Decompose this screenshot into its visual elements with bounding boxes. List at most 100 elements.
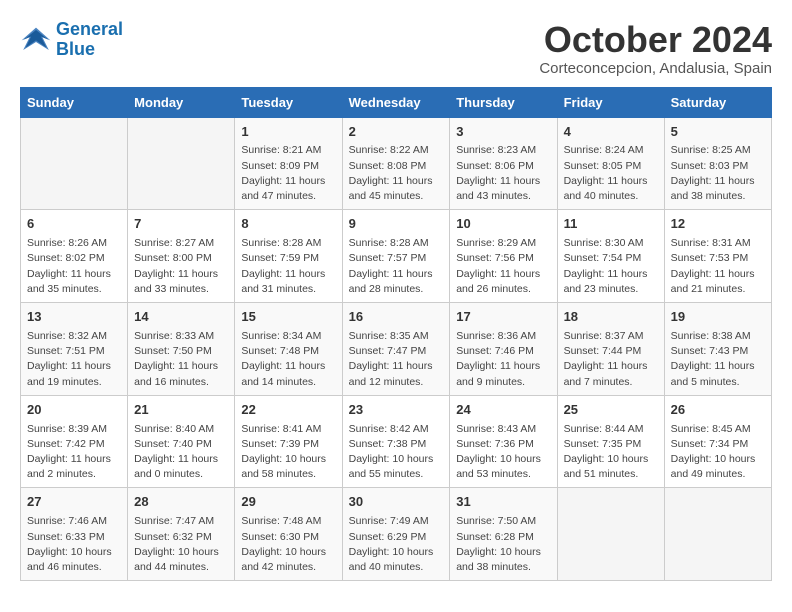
day-info: Sunrise: 8:36 AM Sunset: 7:46 PM Dayligh… <box>456 329 550 390</box>
week-row-5: 27 Sunrise: 7:46 AM Sunset: 6:33 PM Dayli… <box>21 488 772 581</box>
day-number: 15 <box>241 308 335 327</box>
month-title: October 2024 <box>539 20 772 60</box>
calendar-cell: 28 Sunrise: 7:47 AM Sunset: 6:32 PM Dayli… <box>128 488 235 581</box>
logo-text: General Blue <box>56 20 123 60</box>
calendar-cell: 17 Sunrise: 8:36 AM Sunset: 7:46 PM Dayli… <box>450 303 557 396</box>
calendar-cell: 14Sunrise: 8:33 AM Sunset: 7:50 PM Dayli… <box>128 303 235 396</box>
day-info: Sunrise: 7:47 AM Sunset: 6:32 PM Dayligh… <box>134 514 228 575</box>
calendar-cell <box>557 488 664 581</box>
calendar-cell: 24Sunrise: 8:43 AM Sunset: 7:36 PM Dayli… <box>450 395 557 488</box>
day-info: Sunrise: 8:34 AM Sunset: 7:48 PM Dayligh… <box>241 329 335 390</box>
day-info: Sunrise: 8:31 AM Sunset: 7:53 PM Dayligh… <box>671 236 765 297</box>
calendar-cell: 21 Sunrise: 8:40 AM Sunset: 7:40 PM Dayli… <box>128 395 235 488</box>
week-row-4: 20Sunrise: 8:39 AM Sunset: 7:42 PM Dayli… <box>21 395 772 488</box>
day-number: 16 <box>349 308 444 327</box>
day-info: Sunrise: 8:30 AM Sunset: 7:54 PM Dayligh… <box>564 236 658 297</box>
calendar-cell: 12 Sunrise: 8:31 AM Sunset: 7:53 PM Dayli… <box>664 210 771 303</box>
header-day-friday: Friday <box>557 87 664 117</box>
calendar-cell: 2Sunrise: 8:22 AM Sunset: 8:08 PM Daylig… <box>342 117 450 210</box>
day-number: 2 <box>349 123 444 142</box>
day-number: 22 <box>241 401 335 420</box>
day-info: Sunrise: 8:26 AM Sunset: 8:02 PM Dayligh… <box>27 236 121 297</box>
day-number: 27 <box>27 493 121 512</box>
calendar-cell: 7Sunrise: 8:27 AM Sunset: 8:00 PM Daylig… <box>128 210 235 303</box>
week-row-1: 1Sunrise: 8:21 AM Sunset: 8:09 PM Daylig… <box>21 117 772 210</box>
day-number: 23 <box>349 401 444 420</box>
calendar-cell <box>128 117 235 210</box>
day-number: 29 <box>241 493 335 512</box>
calendar-cell <box>664 488 771 581</box>
day-info: Sunrise: 8:44 AM Sunset: 7:35 PM Dayligh… <box>564 422 658 483</box>
day-number: 6 <box>27 215 121 234</box>
day-info: Sunrise: 8:45 AM Sunset: 7:34 PM Dayligh… <box>671 422 765 483</box>
day-info: Sunrise: 8:22 AM Sunset: 8:08 PM Dayligh… <box>349 143 444 204</box>
day-number: 30 <box>349 493 444 512</box>
week-row-3: 13Sunrise: 8:32 AM Sunset: 7:51 PM Dayli… <box>21 303 772 396</box>
day-number: 21 <box>134 401 228 420</box>
header-day-thursday: Thursday <box>450 87 557 117</box>
day-info: Sunrise: 8:37 AM Sunset: 7:44 PM Dayligh… <box>564 329 658 390</box>
day-info: Sunrise: 8:41 AM Sunset: 7:39 PM Dayligh… <box>241 422 335 483</box>
day-info: Sunrise: 8:29 AM Sunset: 7:56 PM Dayligh… <box>456 236 550 297</box>
calendar-cell: 26 Sunrise: 8:45 AM Sunset: 7:34 PM Dayli… <box>664 395 771 488</box>
calendar-cell: 27 Sunrise: 7:46 AM Sunset: 6:33 PM Dayli… <box>21 488 128 581</box>
day-info: Sunrise: 8:21 AM Sunset: 8:09 PM Dayligh… <box>241 143 335 204</box>
calendar-cell: 15 Sunrise: 8:34 AM Sunset: 7:48 PM Dayli… <box>235 303 342 396</box>
header-day-tuesday: Tuesday <box>235 87 342 117</box>
day-number: 28 <box>134 493 228 512</box>
calendar-cell: 23 Sunrise: 8:42 AM Sunset: 7:38 PM Dayli… <box>342 395 450 488</box>
day-number: 20 <box>27 401 121 420</box>
day-number: 25 <box>564 401 658 420</box>
calendar-cell: 8 Sunrise: 8:28 AM Sunset: 7:59 PM Daylig… <box>235 210 342 303</box>
day-number: 4 <box>564 123 658 142</box>
day-info: Sunrise: 8:28 AM Sunset: 7:57 PM Dayligh… <box>349 236 444 297</box>
day-number: 14 <box>134 308 228 327</box>
day-number: 9 <box>349 215 444 234</box>
day-info: Sunrise: 7:49 AM Sunset: 6:29 PM Dayligh… <box>349 514 444 575</box>
calendar-cell: 18 Sunrise: 8:37 AM Sunset: 7:44 PM Dayli… <box>557 303 664 396</box>
calendar-cell: 25 Sunrise: 8:44 AM Sunset: 7:35 PM Dayli… <box>557 395 664 488</box>
location-title: Corteconcepcion, Andalusia, Spain <box>539 60 772 77</box>
day-info: Sunrise: 8:38 AM Sunset: 7:43 PM Dayligh… <box>671 329 765 390</box>
day-number: 17 <box>456 308 550 327</box>
calendar-cell: 13Sunrise: 8:32 AM Sunset: 7:51 PM Dayli… <box>21 303 128 396</box>
calendar-cell: 16 Sunrise: 8:35 AM Sunset: 7:47 PM Dayli… <box>342 303 450 396</box>
day-info: Sunrise: 7:48 AM Sunset: 6:30 PM Dayligh… <box>241 514 335 575</box>
header-day-sunday: Sunday <box>21 87 128 117</box>
logo: General Blue <box>20 20 123 60</box>
day-info: Sunrise: 8:24 AM Sunset: 8:05 PM Dayligh… <box>564 143 658 204</box>
day-number: 19 <box>671 308 765 327</box>
day-info: Sunrise: 8:28 AM Sunset: 7:59 PM Dayligh… <box>241 236 335 297</box>
calendar-cell: 31Sunrise: 7:50 AM Sunset: 6:28 PM Dayli… <box>450 488 557 581</box>
day-info: Sunrise: 8:25 AM Sunset: 8:03 PM Dayligh… <box>671 143 765 204</box>
calendar-table: SundayMondayTuesdayWednesdayThursdayFrid… <box>20 87 772 582</box>
day-number: 18 <box>564 308 658 327</box>
day-number: 11 <box>564 215 658 234</box>
title-block: October 2024 Corteconcepcion, Andalusia,… <box>539 20 772 77</box>
calendar-cell: 29 Sunrise: 7:48 AM Sunset: 6:30 PM Dayli… <box>235 488 342 581</box>
calendar-cell <box>21 117 128 210</box>
day-number: 8 <box>241 215 335 234</box>
day-info: Sunrise: 8:42 AM Sunset: 7:38 PM Dayligh… <box>349 422 444 483</box>
calendar-cell: 1Sunrise: 8:21 AM Sunset: 8:09 PM Daylig… <box>235 117 342 210</box>
day-number: 3 <box>456 123 550 142</box>
day-number: 13 <box>27 308 121 327</box>
day-info: Sunrise: 7:50 AM Sunset: 6:28 PM Dayligh… <box>456 514 550 575</box>
day-number: 26 <box>671 401 765 420</box>
day-number: 24 <box>456 401 550 420</box>
header-day-monday: Monday <box>128 87 235 117</box>
calendar-cell: 9 Sunrise: 8:28 AM Sunset: 7:57 PM Daylig… <box>342 210 450 303</box>
calendar-cell: 22 Sunrise: 8:41 AM Sunset: 7:39 PM Dayli… <box>235 395 342 488</box>
day-info: Sunrise: 8:40 AM Sunset: 7:40 PM Dayligh… <box>134 422 228 483</box>
header-day-wednesday: Wednesday <box>342 87 450 117</box>
day-info: Sunrise: 7:46 AM Sunset: 6:33 PM Dayligh… <box>27 514 121 575</box>
header-day-saturday: Saturday <box>664 87 771 117</box>
calendar-header-row: SundayMondayTuesdayWednesdayThursdayFrid… <box>21 87 772 117</box>
page-header: General Blue October 2024 Corteconcepcio… <box>20 20 772 77</box>
day-number: 12 <box>671 215 765 234</box>
day-info: Sunrise: 8:35 AM Sunset: 7:47 PM Dayligh… <box>349 329 444 390</box>
calendar-cell: 20Sunrise: 8:39 AM Sunset: 7:42 PM Dayli… <box>21 395 128 488</box>
logo-icon <box>20 26 52 54</box>
day-info: Sunrise: 8:27 AM Sunset: 8:00 PM Dayligh… <box>134 236 228 297</box>
day-number: 10 <box>456 215 550 234</box>
